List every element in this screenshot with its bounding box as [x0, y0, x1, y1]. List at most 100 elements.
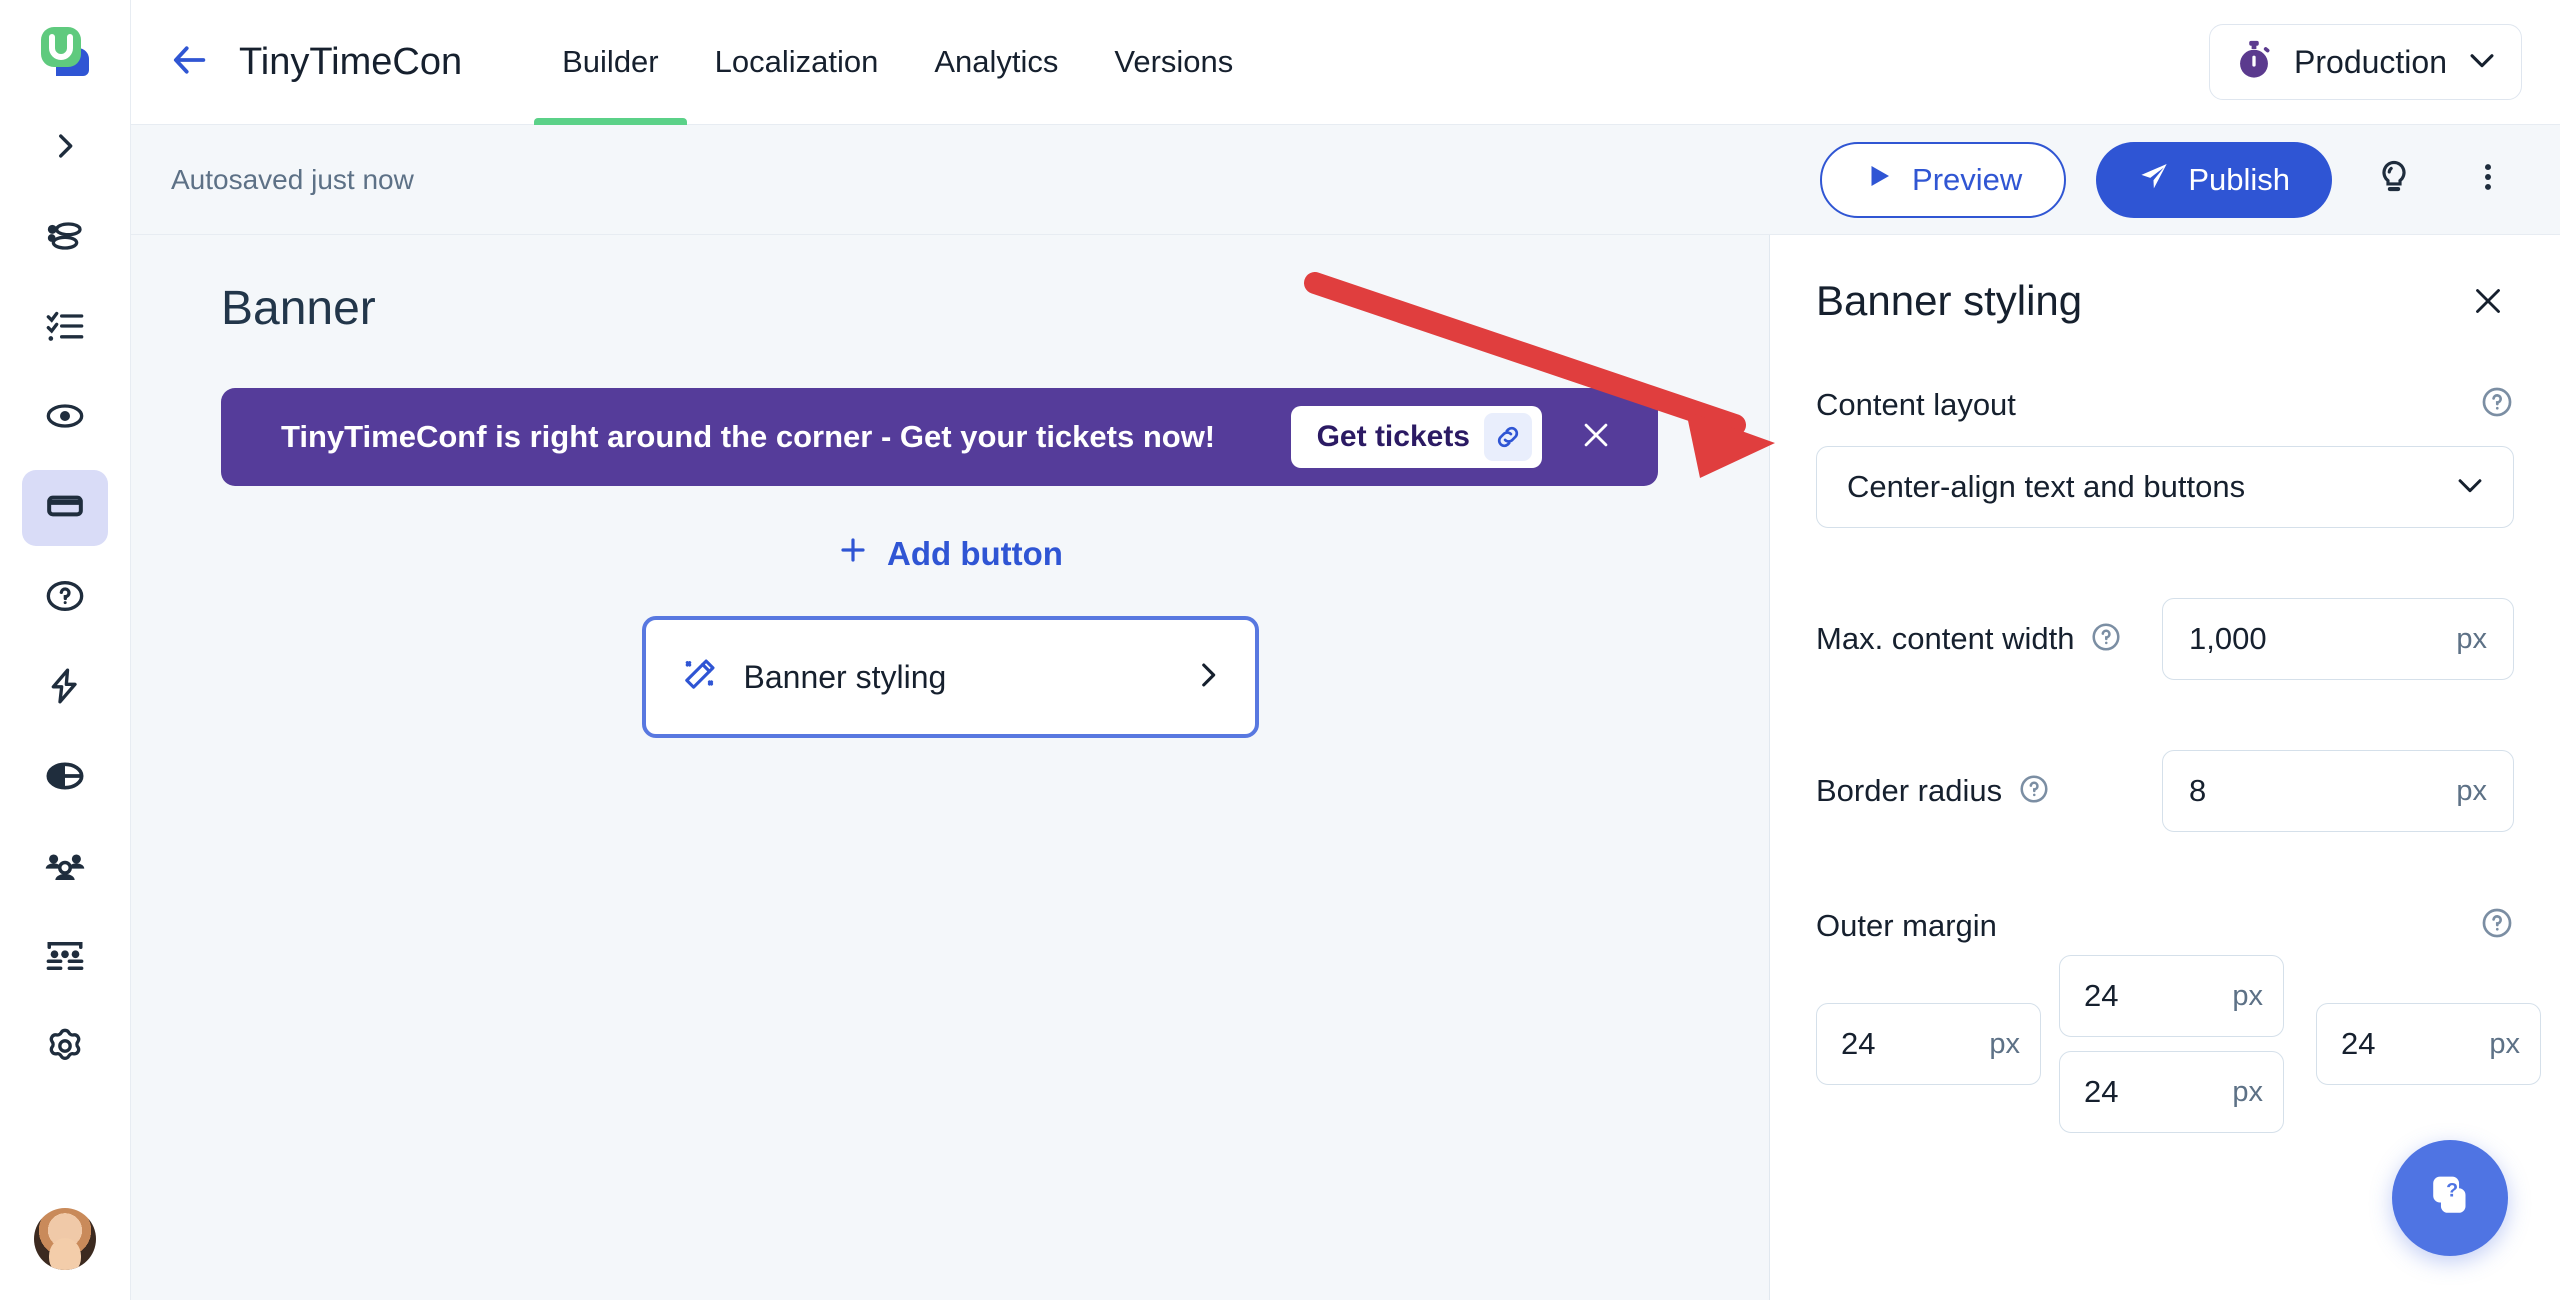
- action-bar: Autosaved just now Preview Publish: [131, 125, 2560, 235]
- panel-header: Banner styling: [1816, 277, 2514, 329]
- more-options-button[interactable]: [2456, 148, 2520, 212]
- publish-button[interactable]: Publish: [2096, 141, 2332, 218]
- outer-margin-top-value: 24: [2084, 978, 2119, 1013]
- outer-margin-left-input[interactable]: 24 px: [1816, 1003, 2041, 1085]
- environment-label: Production: [2294, 43, 2447, 80]
- canvas-area: Banner TinyTimeConf is right around the …: [131, 235, 1770, 1300]
- sidebar-item-product-analytics[interactable]: [22, 920, 108, 996]
- content-layout-select[interactable]: Center-align text and buttons: [1816, 446, 2514, 528]
- publish-button-label: Publish: [2188, 161, 2290, 197]
- tab-localization[interactable]: Localization: [687, 0, 907, 125]
- outer-margin-label: Outer margin: [1816, 907, 1997, 943]
- tab-underline: [1086, 118, 1261, 125]
- sidebar-item-checklists[interactable]: [22, 290, 108, 366]
- preview-button-label: Preview: [1912, 161, 2023, 197]
- outer-margin-left-value: 24: [1841, 1026, 1876, 1061]
- banner-icon: [45, 486, 85, 531]
- tips-button[interactable]: [2362, 148, 2426, 212]
- styling-card-row: Banner styling: [221, 616, 1679, 738]
- lightning-bolt-icon: [45, 666, 85, 711]
- banner-message: TinyTimeConf is right around the corner …: [281, 419, 1216, 454]
- help-fab-button[interactable]: ?: [2392, 1140, 2508, 1256]
- chevron-down-icon: [2465, 43, 2499, 82]
- sidebar-item-banners[interactable]: [22, 470, 108, 546]
- max-content-width-label: Max. content width: [1816, 621, 2075, 656]
- outer-margin-header: Outer margin: [1816, 906, 2514, 945]
- preview-button[interactable]: Preview: [1820, 141, 2067, 218]
- banner-styling-panel: Banner styling Content layout Center-ali…: [1770, 235, 2560, 1300]
- content-layout-field: Content layout: [1816, 385, 2514, 424]
- max-content-width-input[interactable]: 1,000 px: [2162, 598, 2514, 680]
- outer-margin-right-input[interactable]: 24 px: [2316, 1003, 2541, 1085]
- max-content-width-unit: px: [2456, 622, 2487, 655]
- content-layout-label: Content layout: [1816, 386, 2016, 422]
- app-logo[interactable]: [32, 18, 98, 84]
- add-button[interactable]: Add button: [837, 534, 1063, 574]
- outer-margin-bottom-value: 24: [2084, 1074, 2119, 1109]
- sidebar-item-segments[interactable]: [22, 830, 108, 906]
- sidebar-item-hotspots[interactable]: [22, 380, 108, 456]
- back-button[interactable]: [163, 35, 217, 89]
- outer-margin-top-unit: px: [2232, 979, 2263, 1012]
- play-icon: [1864, 161, 1894, 199]
- panel-close-button[interactable]: [2462, 277, 2514, 329]
- chevron-right-icon: [1191, 658, 1225, 697]
- lightbulb-icon: [2375, 158, 2413, 201]
- resource-center-help-icon: ?: [2419, 1165, 2481, 1232]
- border-radius-input[interactable]: 8 px: [2162, 750, 2514, 832]
- tab-builder[interactable]: Builder: [534, 0, 687, 125]
- outer-margin-bottom-input[interactable]: 24 px: [2059, 1051, 2284, 1133]
- add-button-label: Add button: [887, 535, 1063, 572]
- border-radius-field: Border radius 8 px: [1816, 750, 2514, 832]
- plus-icon: [837, 534, 869, 574]
- page-title: TinyTimeCon: [239, 40, 463, 83]
- help-circle-icon[interactable]: [2480, 385, 2514, 424]
- link-icon[interactable]: [1484, 413, 1532, 461]
- tab-versions[interactable]: Versions: [1086, 0, 1261, 125]
- banner-cta-label: Get tickets: [1316, 420, 1470, 453]
- tab-underline: [687, 118, 907, 125]
- workspace: Banner TinyTimeConf is right around the …: [131, 235, 2560, 1300]
- app-root: TinyTimeCon Builder Localization Analyti…: [0, 0, 2560, 1300]
- help-circle-icon[interactable]: [2018, 773, 2050, 810]
- close-icon: [1579, 418, 1613, 457]
- tab-versions-label: Versions: [1114, 44, 1234, 79]
- environment-selector[interactable]: Production: [2209, 24, 2522, 100]
- tab-analytics[interactable]: Analytics: [906, 0, 1086, 125]
- border-radius-unit: px: [2456, 774, 2487, 807]
- autosave-status: Autosaved just now: [171, 163, 414, 195]
- banner-cta-button[interactable]: Get tickets: [1290, 406, 1542, 468]
- help-circle-icon[interactable]: [2090, 621, 2122, 658]
- banner-close-button[interactable]: [1568, 409, 1624, 465]
- sidebar-item-surveys[interactable]: [22, 740, 108, 816]
- more-vertical-icon: [2471, 160, 2505, 199]
- tab-bar: Builder Localization Analytics Versions: [534, 0, 1261, 125]
- guides-icon: [45, 216, 85, 261]
- funnel-board-icon: [44, 935, 86, 982]
- topbar-right-group: Production: [2209, 24, 2522, 100]
- chevron-right-icon: [48, 129, 82, 168]
- close-icon: [2470, 283, 2506, 324]
- canvas-heading: Banner: [221, 282, 376, 335]
- sidebar-item-resource-center[interactable]: [22, 560, 108, 636]
- outer-margin-right-value: 24: [2341, 1026, 2376, 1061]
- outer-margin-top-input[interactable]: 24 px: [2059, 955, 2284, 1037]
- tab-underline: [906, 118, 1086, 125]
- tab-active-underline: [534, 117, 687, 125]
- sidebar-item-guides[interactable]: [22, 200, 108, 276]
- main-column: TinyTimeCon Builder Localization Analyti…: [131, 0, 2560, 1300]
- tab-builder-label: Builder: [562, 44, 659, 79]
- pie-chart-icon: [45, 756, 85, 801]
- sidebar-item-settings[interactable]: [22, 1010, 108, 1086]
- banner-preview[interactable]: TinyTimeConf is right around the corner …: [221, 388, 1658, 486]
- avatar[interactable]: [34, 1208, 96, 1270]
- help-circle-icon[interactable]: [2480, 906, 2514, 945]
- max-content-width-field: Max. content width 1,000 px: [1816, 598, 2514, 680]
- action-buttons-group: Preview Publish: [1820, 141, 2520, 218]
- banner-styling-card[interactable]: Banner styling: [641, 616, 1259, 738]
- sidebar-item-automation[interactable]: [22, 650, 108, 726]
- svg-text:?: ?: [2446, 1179, 2458, 1201]
- sidebar-item-expand-sidebar[interactable]: [22, 110, 108, 186]
- border-radius-value: 8: [2189, 773, 2207, 808]
- tab-analytics-label: Analytics: [934, 44, 1059, 79]
